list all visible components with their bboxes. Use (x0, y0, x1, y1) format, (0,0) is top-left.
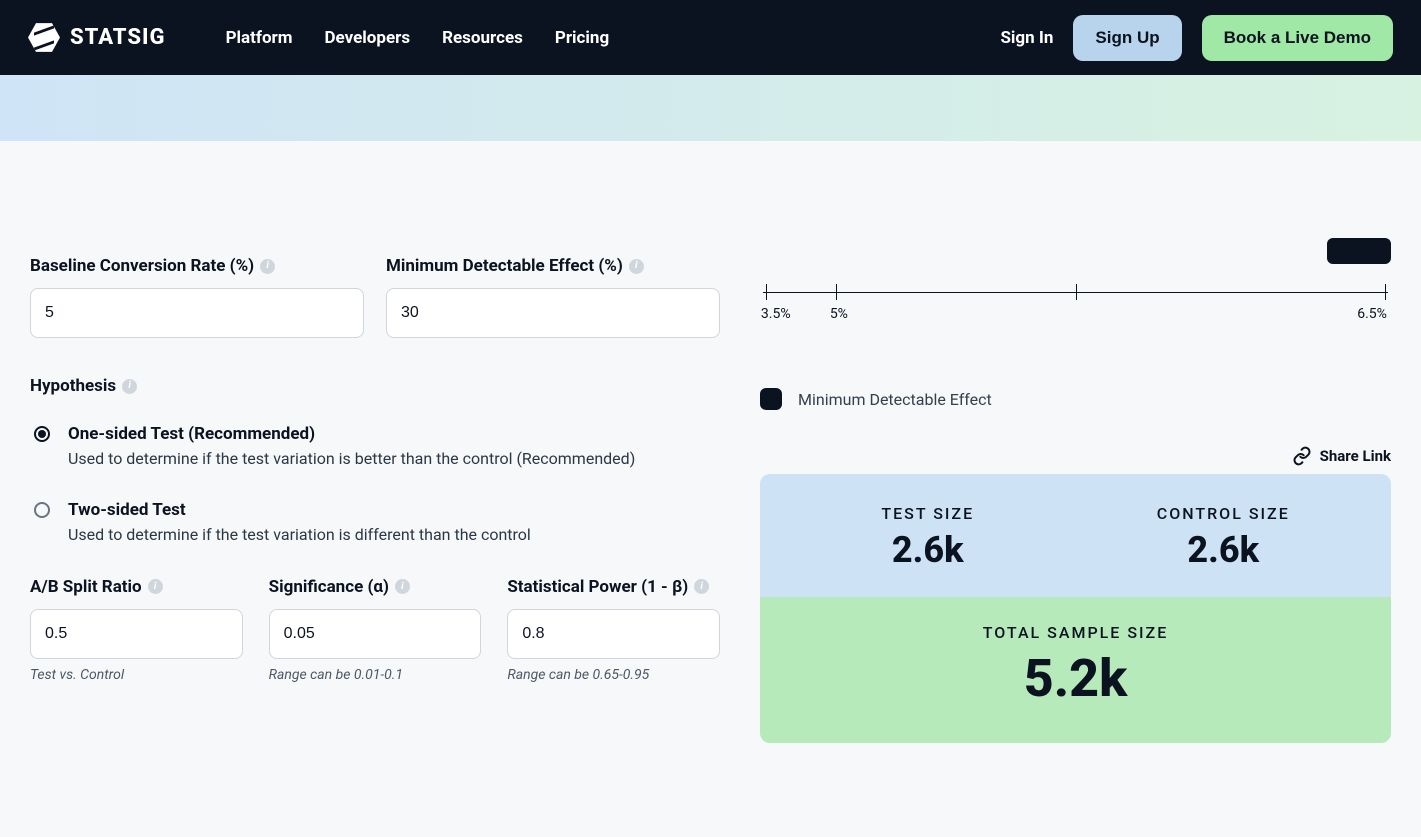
results-panel: 3.5% 5% 6.5% Minimum Detectable Effect S… (760, 256, 1391, 743)
power-helper: Range can be 0.65-0.95 (507, 667, 720, 683)
share-link[interactable]: Share Link (760, 446, 1391, 466)
nav-resources[interactable]: Resources (442, 28, 523, 48)
baseline-group: Baseline Conversion Rate (%) i (30, 256, 364, 338)
radio-body: Two-sided Test Used to determine if the … (68, 500, 531, 546)
chart-tick-label: 3.5% (761, 306, 791, 322)
power-label: Statistical Power (1 - β) i (507, 577, 720, 597)
book-demo-button[interactable]: Book a Live Demo (1202, 15, 1393, 61)
link-icon (1292, 446, 1312, 466)
power-group: Statistical Power (1 - β) i Range can be… (507, 577, 720, 683)
hypothesis-one-sided[interactable]: One-sided Test (Recommended) Used to det… (30, 424, 720, 470)
significance-group: Significance (α) i Range can be 0.01-0.1 (269, 577, 482, 683)
share-link-text: Share Link (1320, 447, 1391, 465)
split-group: A/B Split Ratio i Test vs. Control (30, 577, 243, 683)
logo-text: STATSIG (70, 25, 166, 50)
nav-developers[interactable]: Developers (325, 28, 411, 48)
split-helper: Test vs. Control (30, 667, 243, 683)
info-icon[interactable]: i (395, 579, 410, 594)
legend-text: Minimum Detectable Effect (798, 390, 992, 409)
radio-body: One-sided Test (Recommended) Used to det… (68, 424, 635, 470)
legend-swatch (760, 388, 782, 410)
significance-helper: Range can be 0.01-0.1 (269, 667, 482, 683)
logo[interactable]: STATSIG (28, 22, 166, 54)
baseline-input[interactable] (30, 288, 364, 338)
results-card: TEST SIZE 2.6k CONTROL SIZE 2.6k TOTAL S… (760, 474, 1391, 743)
hero-banner (0, 75, 1421, 141)
sign-up-button[interactable]: Sign Up (1073, 15, 1181, 61)
results-bottom: TOTAL SAMPLE SIZE 5.2k (760, 597, 1391, 743)
content: Baseline Conversion Rate (%) i Minimum D… (0, 141, 1421, 773)
hypothesis-section: Hypothesis i One-sided Test (Recommended… (30, 376, 720, 547)
chart-tick (836, 284, 837, 300)
two-sided-desc: Used to determine if the test variation … (68, 524, 531, 546)
split-label: A/B Split Ratio i (30, 577, 243, 597)
chart-tick (766, 284, 767, 300)
chart-tick-label: 5% (830, 306, 848, 322)
significance-input[interactable] (269, 609, 482, 659)
radio-two-sided[interactable] (34, 502, 50, 518)
mde-label: Minimum Detectable Effect (%) i (386, 256, 720, 276)
significance-label: Significance (α) i (269, 577, 482, 597)
chart-legend: Minimum Detectable Effect (760, 388, 1391, 410)
control-size-label: CONTROL SIZE (1076, 504, 1372, 523)
control-size-value: 2.6k (1076, 529, 1372, 571)
info-icon[interactable]: i (629, 259, 644, 274)
baseline-label: Baseline Conversion Rate (%) i (30, 256, 364, 276)
radio-one-sided[interactable] (34, 426, 50, 442)
info-icon[interactable]: i (694, 579, 709, 594)
hypothesis-two-sided[interactable]: Two-sided Test Used to determine if the … (30, 500, 720, 546)
main-nav: Platform Developers Resources Pricing (226, 28, 610, 48)
mde-chart: 3.5% 5% 6.5% (760, 256, 1391, 346)
total-value: 5.2k (780, 648, 1371, 709)
header: STATSIG Platform Developers Resources Pr… (0, 0, 1421, 75)
info-icon[interactable]: i (260, 259, 275, 274)
nav-platform[interactable]: Platform (226, 28, 293, 48)
tooltip-badge (1327, 238, 1391, 264)
parameters-panel: Baseline Conversion Rate (%) i Minimum D… (30, 256, 720, 743)
hypothesis-title: Hypothesis i (30, 376, 720, 396)
power-label-text: Statistical Power (1 - β) (507, 577, 688, 597)
split-label-text: A/B Split Ratio (30, 577, 142, 597)
hypothesis-title-text: Hypothesis (30, 376, 116, 396)
mde-label-text: Minimum Detectable Effect (%) (386, 256, 623, 276)
chart-tick (1385, 284, 1386, 300)
baseline-label-text: Baseline Conversion Rate (%) (30, 256, 254, 276)
control-size-metric: CONTROL SIZE 2.6k (1076, 504, 1372, 571)
significance-label-text: Significance (α) (269, 577, 389, 597)
test-size-value: 2.6k (780, 529, 1076, 571)
chart-tick-label: 6.5% (1357, 306, 1387, 322)
split-input[interactable] (30, 609, 243, 659)
mde-input[interactable] (386, 288, 720, 338)
test-size-label: TEST SIZE (780, 504, 1076, 523)
header-right: Sign In Sign Up Book a Live Demo (1000, 15, 1393, 61)
mde-group: Minimum Detectable Effect (%) i (386, 256, 720, 338)
logo-icon (28, 22, 60, 54)
one-sided-desc: Used to determine if the test variation … (68, 448, 635, 470)
results-top: TEST SIZE 2.6k CONTROL SIZE 2.6k (760, 474, 1391, 597)
two-sided-label: Two-sided Test (68, 500, 531, 520)
info-icon[interactable]: i (122, 379, 137, 394)
nav-pricing[interactable]: Pricing (555, 28, 609, 48)
one-sided-label: One-sided Test (Recommended) (68, 424, 635, 444)
power-input[interactable] (507, 609, 720, 659)
total-label: TOTAL SAMPLE SIZE (780, 623, 1371, 642)
chart-tick (1076, 284, 1077, 300)
sign-in-link[interactable]: Sign In (1000, 28, 1053, 48)
info-icon[interactable]: i (148, 579, 163, 594)
test-size-metric: TEST SIZE 2.6k (780, 504, 1076, 571)
